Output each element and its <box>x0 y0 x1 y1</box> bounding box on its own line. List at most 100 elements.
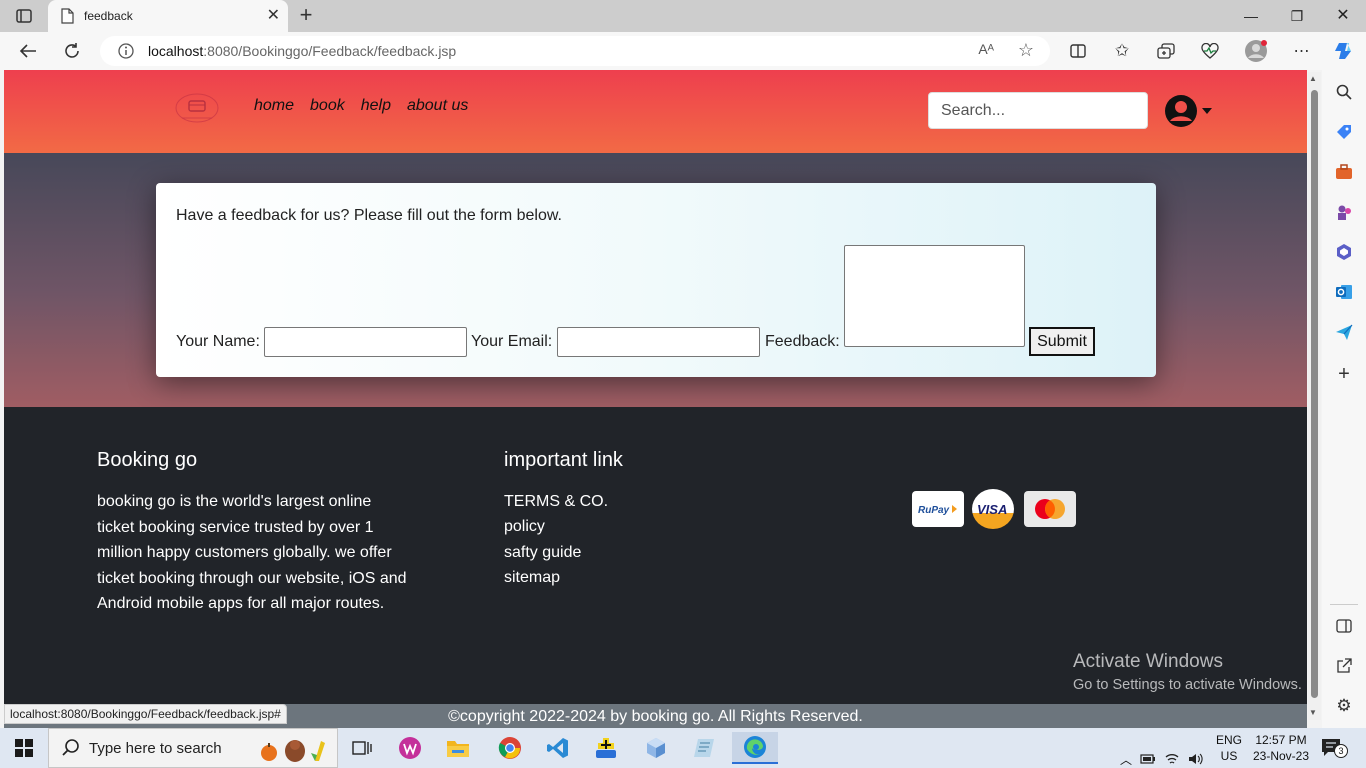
notification-center-button[interactable]: 3 <box>1320 737 1350 768</box>
site-search-input[interactable] <box>928 92 1148 129</box>
caret-down-icon <box>1202 108 1212 114</box>
tray-chevron-up-icon[interactable]: ︿ <box>1120 751 1132 768</box>
visa-icon: VISA <box>977 502 1007 516</box>
browser-essentials-button[interactable] <box>1196 38 1224 64</box>
sidebar-panel-icon[interactable] <box>1334 616 1354 636</box>
footer-link-terms[interactable]: TERMS & CO. <box>504 489 608 514</box>
more-dots-icon: ⋯ <box>1293 43 1311 60</box>
browser-tabstrip: feedback ✕ + — ❐ ✕ <box>0 0 1366 32</box>
close-tab-icon[interactable]: ✕ <box>267 7 280 25</box>
feedback-label: Feedback: <box>765 333 840 350</box>
profile-avatar-icon <box>1245 40 1267 62</box>
copilot-button[interactable] <box>1330 38 1358 64</box>
nav-home-link[interactable]: home <box>254 97 294 115</box>
scroll-up-icon[interactable]: ▲ <box>1309 74 1317 83</box>
taskbar-search-text: Type here to search <box>89 740 222 757</box>
submit-button[interactable]: Submit <box>1029 327 1095 356</box>
copilot-icon <box>1335 43 1351 59</box>
new-tab-button[interactable]: + <box>294 4 318 28</box>
game-app-button[interactable] <box>586 732 626 764</box>
site-logo[interactable] <box>174 92 220 126</box>
scrollbar-thumb[interactable] <box>1311 90 1318 698</box>
sidebar-games-icon[interactable] <box>1334 202 1354 222</box>
taskbar-search-box[interactable]: Type here to search <box>48 728 338 768</box>
refresh-button[interactable] <box>58 38 86 64</box>
plus-game-icon <box>596 738 616 758</box>
wifi-icon[interactable] <box>1164 752 1180 766</box>
language-code: ENG <box>1216 733 1243 747</box>
user-menu-button[interactable] <box>1164 94 1212 128</box>
start-button[interactable] <box>0 728 48 768</box>
read-aloud-icon[interactable]: Aᴬ <box>978 41 994 57</box>
sidebar-outlook-icon[interactable] <box>1334 282 1354 302</box>
task-view-icon <box>352 741 372 755</box>
site-footer: Booking go booking go is the world's lar… <box>4 407 1307 704</box>
browser-tab[interactable]: feedback ✕ <box>48 0 288 32</box>
main-nav: home book help about us <box>254 97 468 115</box>
thanksgiving-decoration-icon <box>257 735 337 768</box>
vscode-button[interactable] <box>538 732 578 764</box>
tab-actions-icon <box>16 9 32 23</box>
address-bar[interactable]: localhost:8080/Bookinggo/Feedback/feedba… <box>100 36 1050 66</box>
settings-more-button[interactable]: ⋯ <box>1288 38 1316 64</box>
sidebar-add-icon[interactable]: + <box>1334 363 1354 385</box>
favorites-button[interactable]: ✩ <box>1108 38 1136 64</box>
folder-icon <box>447 741 469 757</box>
wps-office-button[interactable] <box>390 732 430 764</box>
footer-link-sitemap[interactable]: sitemap <box>504 565 608 590</box>
name-input[interactable] <box>264 327 467 357</box>
cube-app-button[interactable] <box>636 732 676 764</box>
svg-text:VISA: VISA <box>977 502 1007 516</box>
feedback-textarea[interactable] <box>844 245 1025 347</box>
nav-help-link[interactable]: help <box>361 97 391 115</box>
back-button[interactable] <box>14 38 42 64</box>
file-explorer-button[interactable] <box>438 732 478 764</box>
profile-button[interactable] <box>1242 38 1270 64</box>
sidebar-send-icon[interactable] <box>1334 322 1354 342</box>
vscode-icon <box>547 738 568 758</box>
site-header: home book help about us <box>4 70 1307 153</box>
sidebar-divider <box>1330 604 1358 605</box>
email-input[interactable] <box>557 327 760 357</box>
collections-button[interactable] <box>1152 38 1180 64</box>
minimize-button[interactable]: — <box>1236 6 1266 26</box>
nav-about-link[interactable]: about us <box>407 97 468 115</box>
clock-date: 23-Nov-23 <box>1252 749 1310 763</box>
page-viewport: home book help about us Have a feedback … <box>4 70 1307 728</box>
url-path: :8080/Bookinggo/Feedback/feedback.jsp <box>203 43 457 59</box>
favorite-star-icon[interactable]: ☆ <box>1018 40 1034 61</box>
sidebar-settings-gear-icon[interactable]: ⚙ <box>1334 696 1354 716</box>
browser-toolbar: localhost:8080/Bookinggo/Feedback/feedba… <box>0 32 1366 70</box>
sidebar-m365-icon[interactable] <box>1334 242 1354 262</box>
battery-icon[interactable] <box>1140 752 1156 766</box>
footer-links-list: TERMS & CO. policy safty guide sitemap <box>504 489 608 591</box>
chrome-button[interactable] <box>490 732 530 764</box>
footer-link-safety[interactable]: safty guide <box>504 540 608 565</box>
sidebar-external-icon[interactable] <box>1334 656 1354 676</box>
rupay-logo: RuPay <box>912 491 964 527</box>
sidebar-search-icon[interactable] <box>1334 82 1354 102</box>
clock[interactable]: 12:57 PM 23-Nov-23 <box>1250 732 1312 768</box>
split-screen-button[interactable] <box>1064 38 1092 64</box>
task-view-button[interactable] <box>342 732 382 764</box>
sidebar-tools-icon[interactable] <box>1334 162 1354 182</box>
language-indicator[interactable]: ENG US <box>1216 732 1242 768</box>
site-info-icon[interactable] <box>118 43 134 64</box>
notes-icon <box>694 739 714 757</box>
restore-button[interactable]: ❐ <box>1282 6 1312 26</box>
notes-app-button[interactable] <box>684 732 724 764</box>
svg-text:RuPay: RuPay <box>918 505 950 516</box>
scroll-down-icon[interactable]: ▼ <box>1309 708 1317 717</box>
sidebar-tag-icon[interactable] <box>1334 122 1354 142</box>
tab-title: feedback <box>84 9 133 23</box>
collections-icon <box>1157 43 1175 59</box>
nav-book-link[interactable]: book <box>310 97 345 115</box>
tab-actions-button[interactable] <box>8 4 40 28</box>
cube-icon <box>647 738 665 758</box>
close-window-button[interactable]: ✕ <box>1328 6 1358 26</box>
page-scrollbar[interactable]: ▲ ▼ <box>1308 72 1321 720</box>
feedback-intro-text: Have a feedback for us? Please fill out … <box>176 207 562 224</box>
footer-link-policy[interactable]: policy <box>504 514 608 539</box>
volume-icon[interactable] <box>1188 752 1204 766</box>
edge-browser-button[interactable] <box>732 732 778 764</box>
